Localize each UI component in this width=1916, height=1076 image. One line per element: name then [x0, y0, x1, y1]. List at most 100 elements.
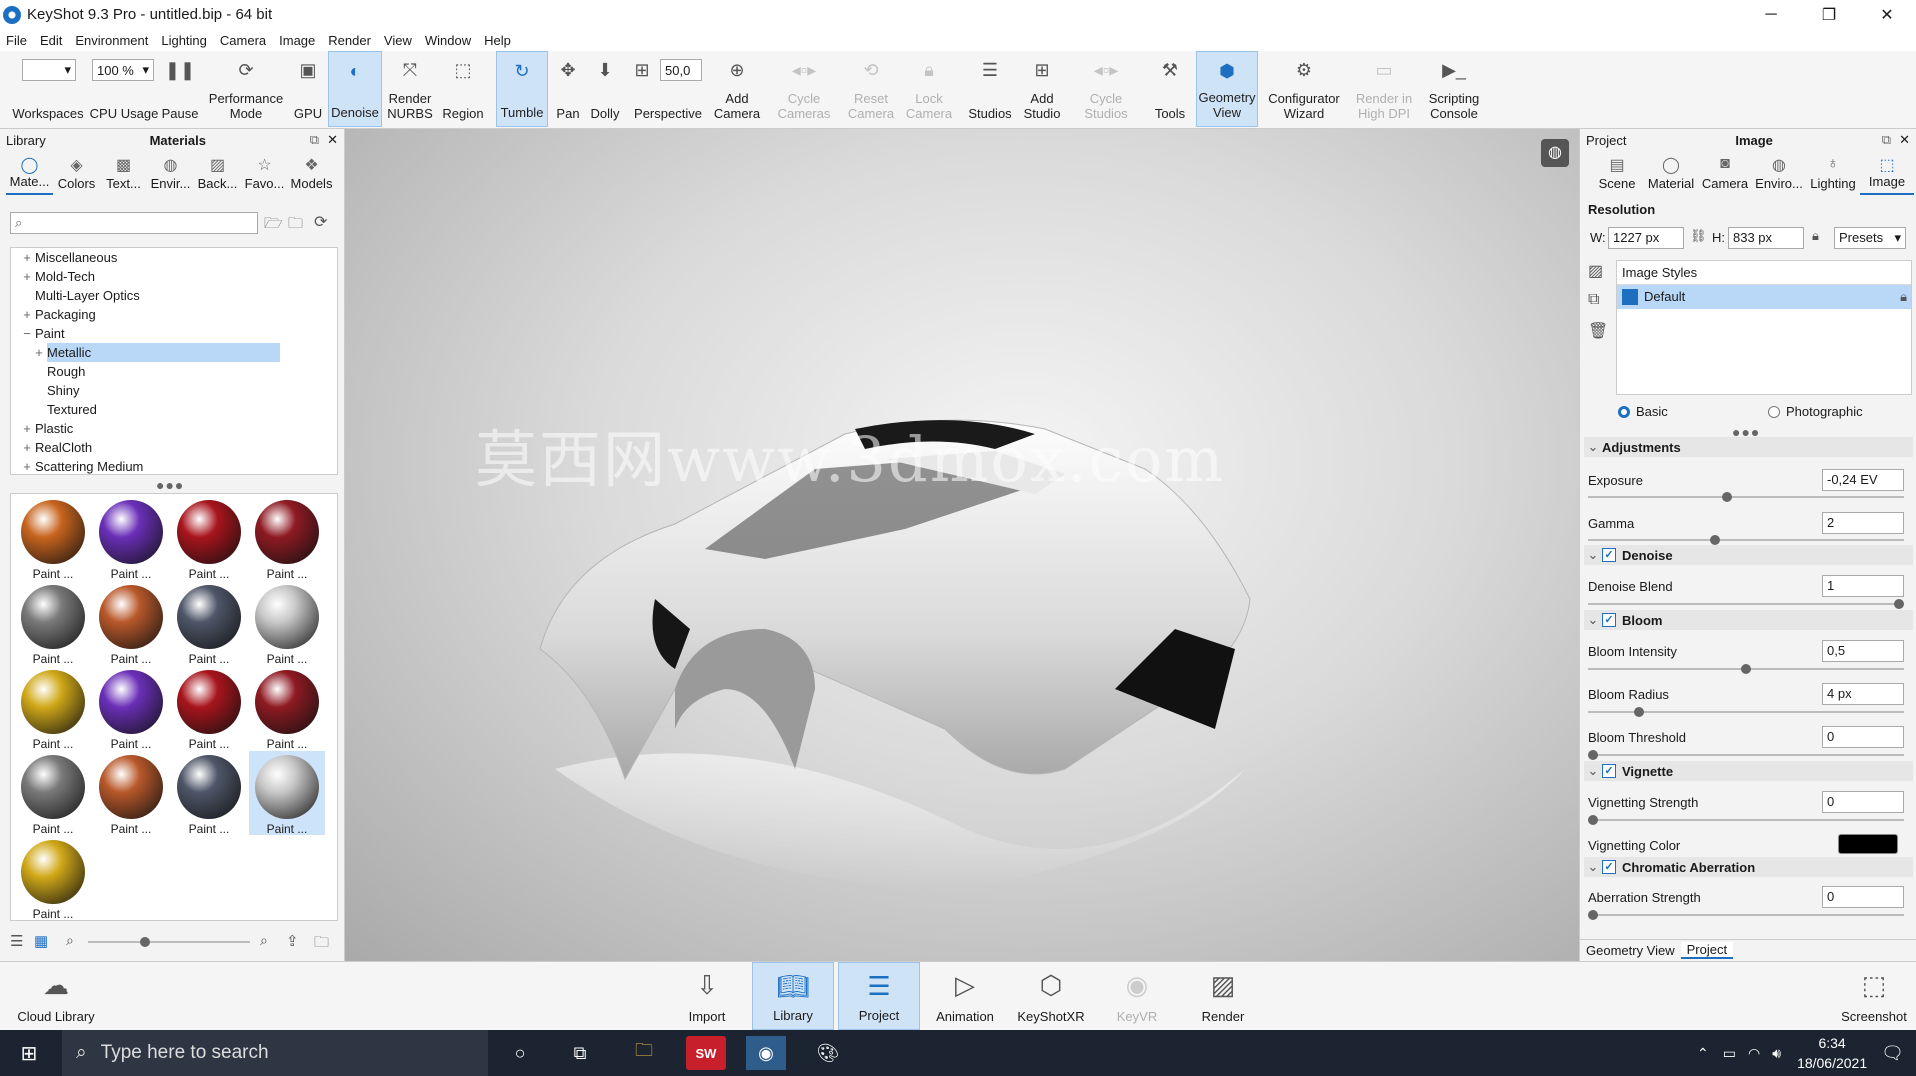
- undock-icon[interactable]: ⧉: [310, 132, 319, 147]
- scripting-console-button[interactable]: ▶_ Scripting Console: [1418, 51, 1490, 127]
- denoise-section[interactable]: ⌄ ✓ Denoise: [1584, 545, 1913, 565]
- tab-colors[interactable]: ◈ Colors: [53, 151, 100, 195]
- screenshot-button[interactable]: ⬚ Screenshot: [1832, 962, 1916, 1030]
- tab-geometry-view[interactable]: Geometry View: [1580, 943, 1681, 958]
- add-studio-button[interactable]: ⊞ Add Studio: [1018, 51, 1066, 127]
- slider-knob[interactable]: [1588, 815, 1598, 825]
- checkbox-checked-icon[interactable]: ✓: [1602, 764, 1616, 778]
- tab-image[interactable]: ⬚ Image: [1860, 151, 1914, 195]
- notifications-icon[interactable]: 🗨︎: [1881, 1043, 1904, 1064]
- material-thumbnail[interactable]: Paint ...: [15, 581, 91, 666]
- refresh-icon[interactable]: ⟳: [314, 212, 327, 232]
- duplicate-image-style-icon[interactable]: ⧉: [1588, 291, 1599, 309]
- grid-view-icon[interactable]: ▦: [34, 932, 48, 950]
- keyshotxr-button[interactable]: ⬡ KeyShotXR: [1010, 962, 1092, 1030]
- task-view-icon[interactable]: ⧉: [560, 1036, 600, 1070]
- material-thumbnail[interactable]: Paint ...: [93, 751, 169, 836]
- tab-environments[interactable]: ◍ Envir...: [147, 151, 194, 195]
- vignette-section[interactable]: ⌄ ✓ Vignette: [1584, 761, 1913, 781]
- menu-image[interactable]: Image: [279, 33, 315, 48]
- aberration-strength-slider[interactable]: [1588, 910, 1904, 920]
- delete-icon[interactable]: 🗑︎: [1588, 321, 1608, 341]
- collapse-icon[interactable]: −: [21, 324, 33, 343]
- add-camera-button[interactable]: ⊕ Add Camera: [712, 51, 762, 127]
- keyshot-taskbar-icon[interactable]: ◉: [746, 1036, 786, 1070]
- slider-knob[interactable]: [140, 937, 150, 947]
- material-thumbnail[interactable]: Paint ...: [15, 751, 91, 836]
- menu-edit[interactable]: Edit: [40, 33, 62, 48]
- bloom-intensity-slider[interactable]: [1588, 664, 1904, 674]
- zoom-in-icon[interactable]: ⌕: [260, 932, 268, 949]
- bloom-radius-slider[interactable]: [1588, 707, 1904, 717]
- exposure-input[interactable]: -0,24 EV: [1822, 469, 1904, 491]
- undock-icon[interactable]: ⧉: [1882, 132, 1891, 147]
- material-thumbnail[interactable]: Paint ...: [249, 751, 325, 836]
- close-icon[interactable]: ✕: [1899, 132, 1910, 147]
- slider-knob[interactable]: [1741, 664, 1751, 674]
- bloom-section[interactable]: ⌄ ✓ Bloom: [1584, 610, 1913, 630]
- gamma-input[interactable]: 2: [1822, 512, 1904, 534]
- render-high-dpi-button[interactable]: ▭ Render in High DPI: [1352, 51, 1416, 127]
- tree-item[interactable]: + Metallic: [11, 343, 337, 362]
- tree-item[interactable]: Textured: [11, 400, 337, 419]
- expand-icon[interactable]: +: [21, 419, 33, 438]
- render-nurbs-button[interactable]: ⤧ Render NURBS: [384, 51, 436, 127]
- cloud-library-button[interactable]: ☁ Cloud Library: [14, 962, 98, 1030]
- menu-help[interactable]: Help: [484, 33, 511, 48]
- expand-icon[interactable]: +: [21, 305, 33, 324]
- volume-icon[interactable]: 🔊︎: [1772, 1045, 1781, 1062]
- cycle-cameras-button[interactable]: ◂▫▸ Cycle Cameras: [776, 51, 832, 127]
- thumbnail-size-slider[interactable]: [88, 937, 250, 947]
- expand-icon[interactable]: +: [33, 343, 45, 362]
- width-input[interactable]: 1227 px: [1608, 227, 1684, 249]
- tab-textures[interactable]: ▩ Text...: [100, 151, 147, 195]
- menu-view[interactable]: View: [384, 33, 412, 48]
- material-thumbnail[interactable]: Paint ...: [171, 581, 247, 666]
- minimize-button[interactable]: ─: [1742, 0, 1800, 29]
- pan-button[interactable]: ✥ Pan: [550, 51, 586, 127]
- tree-item[interactable]: Rough: [11, 362, 337, 381]
- height-input[interactable]: 833 px: [1728, 227, 1804, 249]
- material-thumbnail[interactable]: Paint ...: [249, 666, 325, 751]
- denoise-blend-slider[interactable]: [1588, 599, 1904, 609]
- library-button[interactable]: 📖︎ Library: [752, 962, 834, 1030]
- library-search-input[interactable]: ⌕: [10, 212, 258, 234]
- menu-window[interactable]: Window: [425, 33, 471, 48]
- tab-lighting[interactable]: ♁ Lighting: [1806, 151, 1860, 195]
- expand-icon[interactable]: +: [21, 248, 33, 267]
- upload-icon[interactable]: ⇪: [286, 932, 299, 950]
- lock-icon[interactable]: 🔒︎: [1812, 228, 1819, 244]
- windows-start-icon[interactable]: ⊞: [0, 1030, 58, 1076]
- tab-project[interactable]: Project: [1680, 942, 1734, 959]
- close-button[interactable]: ✕: [1858, 0, 1916, 29]
- link-icon[interactable]: ⛓: [1690, 228, 1707, 244]
- presets-dropdown[interactable]: Presets ▾: [1834, 227, 1906, 249]
- region-button[interactable]: ⬚ Region: [438, 51, 488, 127]
- tab-materials[interactable]: ◯ Mate...: [6, 151, 53, 195]
- cortana-icon[interactable]: ○: [500, 1036, 540, 1070]
- bloom-radius-input[interactable]: 4 px: [1822, 683, 1904, 705]
- slider-knob[interactable]: [1588, 910, 1598, 920]
- mode-photographic-radio[interactable]: Photographic: [1768, 404, 1863, 419]
- tree-item[interactable]: − Paint: [11, 324, 337, 343]
- tab-scene[interactable]: ▤ Scene: [1590, 151, 1644, 195]
- animation-button[interactable]: ▷ Animation: [924, 962, 1006, 1030]
- wifi-icon[interactable]: ◠: [1748, 1045, 1760, 1062]
- lock-camera-button[interactable]: 🔒︎ Lock Camera: [904, 51, 954, 127]
- material-thumbnail[interactable]: Paint ...: [249, 496, 325, 581]
- battery-icon[interactable]: ▭: [1723, 1045, 1736, 1062]
- folder-icon[interactable]: 🗀︎: [314, 932, 329, 957]
- slider-knob[interactable]: [1894, 599, 1904, 609]
- perspective-button[interactable]: ⊞ Perspective: [628, 51, 708, 127]
- exposure-slider[interactable]: [1588, 492, 1904, 502]
- aberration-strength-input[interactable]: 0: [1822, 886, 1904, 908]
- render-viewport[interactable]: 莫西网www.3dmox.com ◍: [345, 129, 1579, 961]
- zoom-out-icon[interactable]: ⌕: [66, 932, 74, 949]
- bloom-intensity-input[interactable]: 0,5: [1822, 640, 1904, 662]
- tools-button[interactable]: ⚒ Tools: [1150, 51, 1190, 127]
- studios-button[interactable]: ☰ Studios: [964, 51, 1016, 127]
- solidworks-icon[interactable]: SW: [686, 1036, 726, 1070]
- denoise-button[interactable]: ◐ Denoise: [328, 51, 382, 127]
- material-thumbnail[interactable]: Paint ...: [93, 581, 169, 666]
- tree-item[interactable]: + Miscellaneous: [11, 248, 337, 267]
